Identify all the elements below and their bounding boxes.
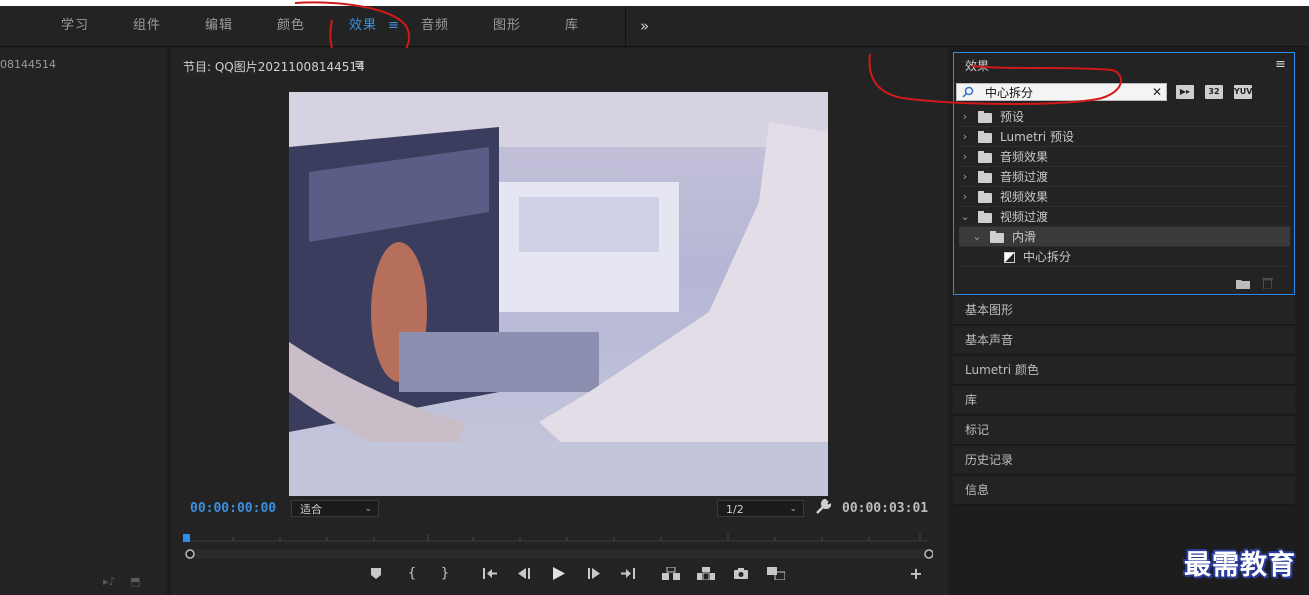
step-back-icon[interactable] <box>514 563 534 583</box>
chevron-right-icon[interactable]: › <box>959 107 971 127</box>
tree-item-video-transitions[interactable]: ⌄ 视频过渡 <box>959 207 1290 227</box>
play-icon[interactable] <box>549 563 569 583</box>
go-to-out-icon[interactable] <box>618 563 638 583</box>
tree-item-center-split[interactable]: 中心拆分 <box>959 247 1290 267</box>
time-ruler[interactable] <box>183 527 933 567</box>
trash-icon[interactable] <box>1262 277 1273 289</box>
video-frame-image <box>289 92 828 496</box>
tree-item-slide[interactable]: ⌄ 内滑 <box>959 227 1290 247</box>
zoom-value: 适合 <box>300 503 322 516</box>
watermark-logo: 最需教育 <box>1184 550 1296 581</box>
workspace-tab-learn[interactable]: 学习 <box>61 6 89 46</box>
workspace-bar: 学习 组件 编辑 颜色 效果 ≡ 音频 图形 库 » <box>0 6 1309 47</box>
panel-essential-sound[interactable]: 基本声音 <box>953 326 1295 355</box>
zoom-handle-right[interactable] <box>924 549 933 559</box>
resolution-dropdown[interactable]: 1/2 ⌄ <box>717 500 804 517</box>
zoom-dropdown[interactable]: 适合 ⌄ <box>291 500 379 517</box>
32bit-color-filter-button[interactable]: 32 <box>1205 85 1223 99</box>
folder-icon <box>978 151 992 163</box>
panel-lumetri-color[interactable]: Lumetri 颜色 <box>953 356 1295 385</box>
panel-menu-icon[interactable]: ≡ <box>1275 57 1286 72</box>
workspace-tab-editing[interactable]: 编辑 <box>205 6 233 46</box>
current-timecode[interactable]: 00:00:00:00 <box>190 501 276 516</box>
tree-item-video-effects[interactable]: › 视频效果 <box>959 187 1290 207</box>
workspace-tab-assembly[interactable]: 组件 <box>133 6 161 46</box>
tree-item-label: 音频过渡 <box>1000 170 1049 184</box>
preset-folder-icon <box>978 131 992 143</box>
duration-timecode: 00:00:03:01 <box>842 501 929 516</box>
folder-icon <box>990 231 1004 243</box>
video-frame <box>289 92 828 496</box>
tree-item-label: 视频过渡 <box>1000 210 1049 224</box>
playhead[interactable] <box>183 534 190 542</box>
workspace-tab-libraries[interactable]: 库 <box>565 6 579 46</box>
tree-item-label: 视频效果 <box>1000 190 1049 204</box>
resolution-value: 1/2 <box>726 503 744 516</box>
settings-wrench-icon[interactable] <box>815 499 831 515</box>
comparison-view-icon[interactable] <box>766 563 786 583</box>
tree-item-label: Lumetri 预设 <box>1000 130 1074 144</box>
zoom-handle-left[interactable] <box>185 549 195 559</box>
mark-in-icon[interactable]: { <box>402 563 422 583</box>
lift-icon[interactable] <box>661 563 681 583</box>
panel-essential-graphics[interactable]: 基本图形 <box>953 296 1295 325</box>
yuv-filter-button[interactable]: YUV <box>1234 85 1252 99</box>
annotation-circle <box>868 53 1122 105</box>
insert-audio-icon[interactable]: ▸♪ <box>103 575 116 588</box>
preset-folder-icon <box>978 111 992 123</box>
panel-libraries[interactable]: 库 <box>953 386 1295 415</box>
folder-icon <box>978 191 992 203</box>
project-panel-title: 08144514 <box>0 58 56 71</box>
step-forward-icon[interactable] <box>584 563 604 583</box>
panel-history[interactable]: 历史记录 <box>953 446 1295 475</box>
tree-item-audio-transitions[interactable]: › 音频过渡 <box>959 167 1290 187</box>
workspace-separator <box>625 6 626 46</box>
clear-search-icon[interactable]: ✕ <box>1152 85 1162 99</box>
panel-markers[interactable]: 标记 <box>953 416 1295 445</box>
chevron-down-icon[interactable]: ⌄ <box>959 207 971 227</box>
workspace-overflow-icon[interactable]: » <box>640 6 650 46</box>
tree-item-label: 内滑 <box>1012 230 1037 244</box>
button-editor-add-icon[interactable]: + <box>906 563 926 583</box>
tree-item-label: 音频效果 <box>1000 150 1049 164</box>
workspace-tab-audio[interactable]: 音频 <box>421 6 449 46</box>
chevron-down-icon[interactable]: ⌄ <box>971 227 983 247</box>
chevron-down-icon: ⌄ <box>789 504 797 514</box>
project-panel <box>0 48 166 595</box>
accelerated-effects-filter-icon[interactable]: ▶▸ <box>1176 85 1194 99</box>
tree-item-label: 中心拆分 <box>1023 250 1072 264</box>
tree-item-label: 预设 <box>1000 110 1025 124</box>
workspace-tab-graphics[interactable]: 图形 <box>493 6 521 46</box>
chevron-right-icon[interactable]: › <box>959 187 971 207</box>
panel-info[interactable]: 信息 <box>953 476 1295 505</box>
chevron-down-icon: ⌄ <box>364 504 372 514</box>
tree-item-presets[interactable]: › 预设 <box>959 107 1290 127</box>
program-monitor-title: 节目: QQ图片20211008144514 <box>183 60 365 74</box>
go-to-in-icon[interactable] <box>480 563 500 583</box>
chevron-right-icon[interactable]: › <box>959 147 971 167</box>
panel-menu-icon[interactable]: ≡ <box>354 57 365 72</box>
export-frame-icon[interactable] <box>731 563 751 583</box>
mark-out-icon[interactable]: } <box>435 563 455 583</box>
folder-icon <box>978 211 992 223</box>
new-bin-icon[interactable] <box>1236 278 1250 289</box>
tree-item-lumetri-presets[interactable]: › Lumetri 预设 <box>959 127 1290 147</box>
tree-item-audio-effects[interactable]: › 音频效果 <box>959 147 1290 167</box>
export-icon[interactable]: ⬒ <box>130 575 140 588</box>
chevron-right-icon[interactable]: › <box>959 167 971 187</box>
extract-icon[interactable] <box>696 563 716 583</box>
add-marker-icon[interactable] <box>366 563 386 583</box>
chevron-right-icon[interactable]: › <box>959 127 971 147</box>
transition-effect-icon <box>1004 252 1015 263</box>
folder-icon <box>978 171 992 183</box>
